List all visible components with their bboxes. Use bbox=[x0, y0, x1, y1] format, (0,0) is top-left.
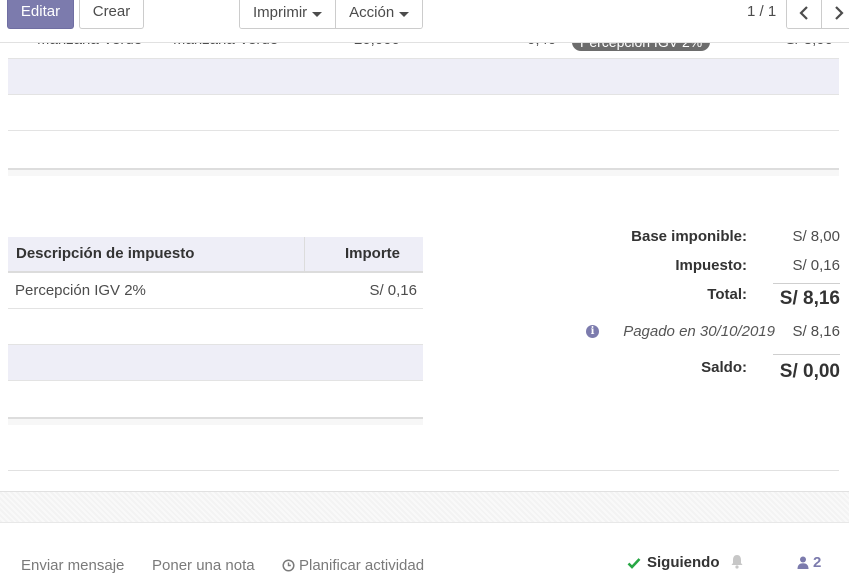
tax-row[interactable]: Percepción IGV 2% S/ 0,16 bbox=[8, 273, 423, 309]
user-icon bbox=[797, 556, 809, 569]
create-button[interactable]: Crear bbox=[79, 0, 144, 29]
tax-row-amount: S/ 0,16 bbox=[369, 282, 417, 299]
info-icon[interactable]: i bbox=[586, 325, 599, 338]
bell-icon[interactable] bbox=[730, 554, 744, 573]
send-message-link[interactable]: Enviar mensaje bbox=[21, 557, 124, 574]
empty-line-row bbox=[8, 59, 839, 95]
pager-buttons bbox=[786, 0, 849, 29]
tax-amount-header: Importe bbox=[304, 237, 423, 271]
balance-label: Saldo: bbox=[701, 359, 747, 376]
following-button[interactable]: Siguiendo bbox=[627, 554, 720, 571]
base-amount-label: Base imponible: bbox=[631, 228, 747, 245]
tax-amount-label: Impuesto: bbox=[675, 257, 747, 274]
print-label: Imprimir bbox=[253, 4, 308, 21]
followers-count: 2 bbox=[813, 554, 822, 571]
empty-tax-row bbox=[8, 309, 423, 345]
check-icon bbox=[627, 557, 641, 569]
base-amount-value: S/ 8,00 bbox=[792, 228, 840, 245]
chatter-separator bbox=[0, 491, 849, 523]
chevron-left-icon bbox=[799, 6, 808, 20]
tax-table-header: Descripción de impuesto Importe bbox=[8, 237, 423, 273]
total-value: S/ 8,16 bbox=[779, 288, 840, 309]
tax-description-header: Descripción de impuesto bbox=[16, 245, 195, 262]
action-dropdown[interactable]: Acción bbox=[335, 0, 423, 28]
caret-down-icon bbox=[399, 11, 410, 17]
balance-divider bbox=[773, 354, 840, 355]
clock-icon bbox=[282, 559, 295, 572]
edit-button[interactable]: Editar bbox=[7, 0, 74, 29]
balance-value: S/ 0,00 bbox=[779, 361, 840, 382]
payment-value: S/ 8,16 bbox=[792, 323, 840, 340]
payment-label: Pagado en 30/10/2019 bbox=[623, 323, 775, 340]
tax-table: Descripción de impuesto Importe Percepci… bbox=[8, 237, 423, 425]
action-label: Acción bbox=[349, 4, 395, 21]
following-label: Siguiendo bbox=[647, 554, 720, 571]
tax-row-description: Percepción IGV 2% bbox=[15, 282, 146, 299]
chevron-right-icon bbox=[834, 6, 844, 20]
pager-value[interactable]: 1 / 1 bbox=[747, 3, 776, 20]
total-label: Total: bbox=[707, 286, 747, 303]
sheet-bottom-border bbox=[8, 470, 839, 471]
followers-button[interactable]: 2 bbox=[797, 554, 821, 571]
chatter-bar: Enviar mensaje Poner una nota Planificar… bbox=[0, 523, 849, 581]
empty-tax-row bbox=[8, 381, 423, 417]
control-panel: Editar Crear Imprimir Acción 1 / 1 bbox=[0, 0, 849, 43]
pager-next-button[interactable] bbox=[821, 0, 849, 28]
lines-table-footer bbox=[8, 168, 839, 176]
schedule-activity-label: Planificar actividad bbox=[299, 557, 425, 574]
total-divider bbox=[773, 283, 840, 284]
caret-down-icon bbox=[312, 11, 323, 17]
empty-line-row bbox=[8, 95, 839, 131]
empty-tax-row bbox=[8, 345, 423, 381]
log-note-link[interactable]: Poner una nota bbox=[152, 557, 255, 574]
sidebar-button-group: Imprimir Acción bbox=[239, 0, 424, 29]
tax-table-footer bbox=[8, 417, 423, 425]
schedule-activity-link[interactable]: Planificar actividad bbox=[282, 557, 424, 574]
print-dropdown[interactable]: Imprimir bbox=[240, 0, 336, 28]
tax-amount-value: S/ 0,16 bbox=[792, 257, 840, 274]
pager-previous-button[interactable] bbox=[787, 0, 821, 28]
